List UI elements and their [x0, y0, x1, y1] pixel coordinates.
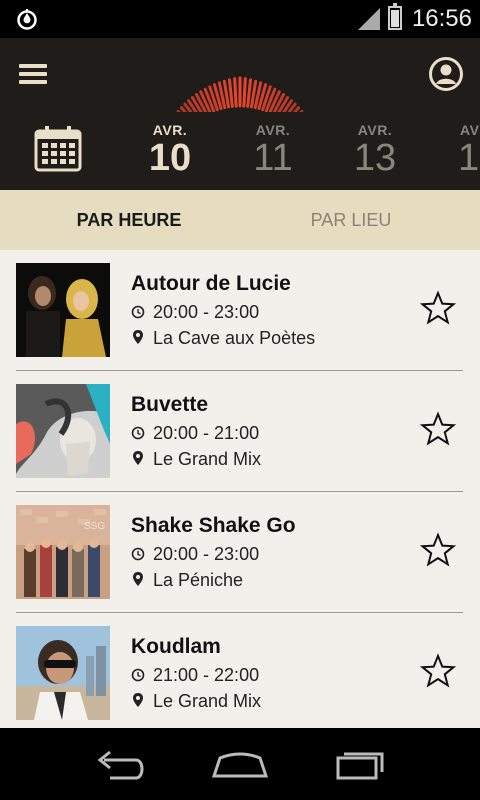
date-strip[interactable]: AVR. 10 AVR. 11 AVR. 13 AVR 14 [0, 120, 480, 190]
location-pin-icon [133, 572, 143, 586]
tab-par-lieu[interactable]: PAR LIEU [222, 190, 480, 250]
event-thumbnail [16, 384, 110, 478]
event-time: 20:00 - 23:00 [131, 544, 259, 565]
event-title: Koudlam [131, 635, 221, 658]
date-month: AVR [460, 122, 480, 138]
date-day: 11 [253, 137, 293, 179]
date-day: 14 [458, 137, 480, 179]
date-item[interactable]: AVR 14 [438, 120, 480, 178]
list-item[interactable]: SSG Shake Shake Go 20:00 - 23:00 La Péni… [0, 492, 480, 613]
status-bar: 16:56 [0, 0, 480, 38]
home-icon[interactable] [210, 744, 270, 784]
date-month: AVR. [255, 122, 291, 138]
event-venue-text: La Cave aux Poètes [153, 328, 316, 348]
tab-bar: PAR HEURE PAR LIEU [0, 190, 480, 250]
date-month: AVR. [152, 122, 188, 138]
event-time: 20:00 - 21:00 [131, 423, 259, 444]
svg-text:SSG: SSG [84, 521, 105, 532]
event-thumbnail [16, 626, 110, 720]
clock-icon [131, 426, 145, 440]
event-venue: Le Grand Mix [131, 449, 261, 470]
event-time-text: 21:00 - 22:00 [153, 665, 260, 685]
date-item[interactable]: AVR. 11 [233, 120, 313, 178]
star-outline-icon[interactable] [420, 653, 456, 689]
event-time: 21:00 - 22:00 [131, 665, 259, 686]
list-item[interactable]: Autour de Lucie 20:00 - 23:00 La Cave au… [0, 250, 480, 371]
list-item[interactable]: Koudlam 21:00 - 22:00 Le Grand Mix [0, 613, 480, 728]
star-outline-icon[interactable] [420, 532, 456, 568]
clock-icon [131, 305, 145, 319]
event-thumbnail [16, 263, 110, 357]
dial-logo [176, 76, 304, 112]
event-venue: La Cave aux Poètes [131, 328, 315, 349]
date-item-active[interactable]: AVR. 10 [130, 120, 210, 178]
location-pin-icon [133, 693, 143, 707]
status-time: 16:56 [411, 5, 472, 32]
app-drop-icon [17, 9, 37, 30]
system-nav-bar [0, 728, 480, 800]
event-title: Autour de Lucie [131, 272, 291, 295]
date-day: 13 [353, 137, 397, 179]
dial-tick [242, 77, 247, 108]
user-circle-icon[interactable] [428, 56, 464, 92]
tab-par-heure[interactable]: PAR HEURE [0, 190, 258, 250]
hamburger-icon[interactable] [19, 64, 47, 84]
event-thumbnail: SSG [16, 505, 110, 599]
battery-icon [388, 3, 402, 30]
event-time-text: 20:00 - 23:00 [153, 544, 260, 564]
dial-tick [227, 78, 234, 108]
date-month: AVR. [357, 122, 393, 138]
event-time-text: 20:00 - 23:00 [153, 302, 260, 322]
date-item[interactable]: AVR. 13 [335, 120, 415, 178]
back-icon[interactable] [90, 744, 150, 784]
event-time-text: 20:00 - 21:00 [153, 423, 260, 443]
app-header: AVR. 10 AVR. 11 AVR. 13 AVR 14 [0, 38, 480, 190]
event-time: 20:00 - 23:00 [131, 302, 259, 323]
event-title: Buvette [131, 393, 209, 416]
event-venue-text: Le Grand Mix [153, 449, 262, 469]
signal-icon [358, 8, 380, 30]
event-list[interactable]: Autour de Lucie 20:00 - 23:00 La Cave au… [0, 250, 480, 728]
recents-icon[interactable] [330, 744, 390, 784]
event-venue: La Péniche [131, 570, 243, 591]
clock-icon [131, 547, 145, 561]
event-title: Shake Shake Go [131, 514, 296, 537]
clock-icon [131, 668, 145, 682]
event-venue-text: Le Grand Mix [153, 691, 262, 711]
location-pin-icon [133, 330, 143, 344]
location-pin-icon [133, 451, 143, 465]
date-day: 10 [148, 137, 192, 179]
star-outline-icon[interactable] [420, 411, 456, 447]
dial-tick [246, 78, 253, 108]
star-outline-icon[interactable] [420, 290, 456, 326]
list-item[interactable]: Buvette 20:00 - 21:00 Le Grand Mix [0, 371, 480, 492]
dial-tick [233, 77, 238, 108]
event-venue: Le Grand Mix [131, 691, 261, 712]
event-venue-text: La Péniche [153, 570, 244, 590]
